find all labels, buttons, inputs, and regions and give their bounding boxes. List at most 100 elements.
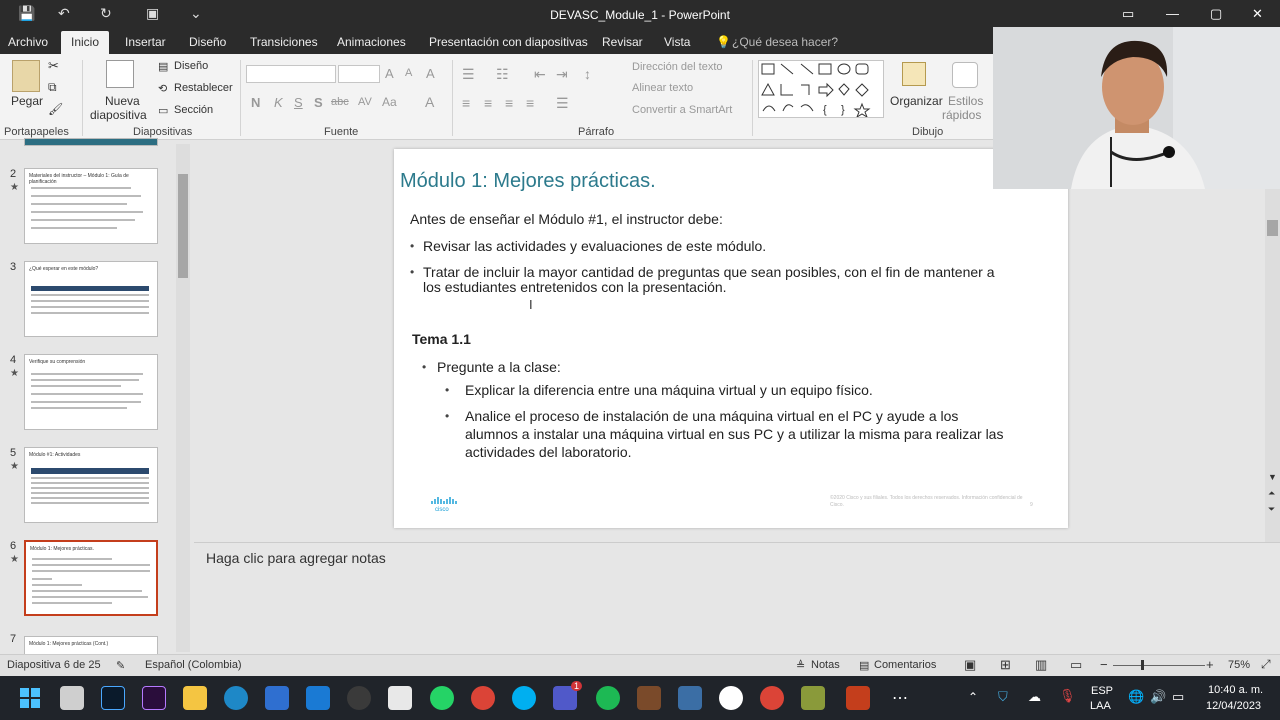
spellcheck-icon[interactable]: ✎ [116, 659, 125, 672]
notes-toggle[interactable]: Notas [811, 659, 840, 671]
normal-view-icon[interactable]: ▣ [964, 657, 976, 673]
question-1[interactable]: Explicar la diferencia entre una máquina… [465, 382, 873, 398]
cut-icon[interactable]: ✂ [48, 58, 59, 74]
tab-archivo[interactable]: Archivo [8, 35, 48, 49]
tab-vista[interactable]: Vista [664, 35, 690, 49]
layout-button[interactable]: Diseño [174, 60, 208, 72]
whatsapp-icon[interactable] [430, 686, 454, 710]
teamviewer-icon[interactable] [719, 686, 743, 710]
slide-thumbnail-2[interactable]: Materiales del instructor – Módulo 1: Gu… [24, 168, 158, 244]
slide-sorter-icon[interactable]: ⊞ [1000, 657, 1011, 673]
font-color-button[interactable]: A [425, 94, 434, 110]
font-size-select[interactable] [338, 65, 380, 83]
slide-thumbnail-6-selected[interactable]: Módulo 1: Mejores prácticas. [24, 540, 158, 616]
bullets-icon[interactable]: ☰ [462, 66, 475, 83]
battery-icon[interactable]: ▭ [1172, 689, 1184, 705]
format-painter-icon[interactable]: 🖌 [48, 102, 63, 116]
reset-button[interactable]: Restablecer [174, 82, 233, 94]
quick-styles-label-1[interactable]: Estilos [948, 94, 983, 108]
bullet-1[interactable]: Revisar las actividades y evaluaciones d… [423, 238, 766, 254]
strikethrough-button[interactable]: abc [331, 96, 349, 108]
font-family-select[interactable] [246, 65, 336, 83]
line-spacing-icon[interactable]: ↕ [584, 66, 591, 82]
grow-font-button[interactable]: A [385, 66, 394, 81]
scroll-handle[interactable] [178, 174, 188, 278]
app-icon[interactable] [678, 686, 702, 710]
notes-placeholder[interactable]: Haga clic para agregar notas [206, 550, 386, 566]
align-right-icon[interactable]: ≡ [505, 95, 513, 111]
next-slide-icon[interactable]: ⏷ [1268, 504, 1275, 515]
shapes-gallery[interactable]: { } [758, 60, 884, 119]
slide-thumbnail-5[interactable]: Módulo #1: Actividades [24, 447, 158, 523]
align-left-icon[interactable]: ≡ [462, 95, 470, 111]
language-indicator[interactable]: Español (Colombia) [145, 659, 242, 671]
zoom-slider-thumb[interactable] [1141, 660, 1144, 670]
defender-icon[interactable]: ⛉ [998, 689, 1008, 705]
powerpoint-icon[interactable] [846, 686, 870, 710]
slide[interactable]: Módulo 1: Mejores prácticas. Antes de en… [394, 149, 1068, 528]
arrange-icon[interactable] [902, 62, 926, 86]
ribbon-display-icon[interactable]: ▭ [1122, 6, 1134, 22]
italic-button[interactable]: K [274, 95, 283, 110]
slide-thumbnail-4[interactable]: Verifique su comprensión [24, 354, 158, 430]
tab-animaciones[interactable]: Animaciones [337, 35, 406, 49]
chrome-icon-2[interactable] [760, 686, 784, 710]
tab-presentacion[interactable]: Presentación con diapositivas [429, 35, 588, 49]
zoom-in-icon[interactable]: + [1206, 657, 1214, 672]
more-apps-icon[interactable]: ⋯ [892, 688, 908, 708]
edge-icon[interactable] [224, 686, 248, 710]
bold-button[interactable]: N [251, 95, 260, 110]
new-slide-label-1[interactable]: Nueva [105, 94, 140, 108]
slide-title[interactable]: Módulo 1: Mejores prácticas. [400, 170, 656, 193]
tab-transiciones[interactable]: Transiciones [250, 35, 318, 49]
quick-styles-label-2[interactable]: rápidos [942, 108, 981, 122]
maximize-icon[interactable]: ▢ [1210, 6, 1222, 22]
obs-icon[interactable] [347, 686, 371, 710]
columns-icon[interactable]: ☰ [556, 95, 569, 112]
network-icon[interactable]: 🌐 [1128, 689, 1144, 705]
question-2-line-2[interactable]: alumnos a instalar una máquina virtual e… [465, 426, 1003, 442]
reading-view-icon[interactable]: ▥ [1035, 657, 1047, 673]
quick-styles-icon[interactable] [952, 62, 978, 88]
premiere-icon[interactable] [142, 686, 166, 710]
scroll-handle[interactable] [1267, 220, 1278, 236]
arrange-button[interactable]: Organizar [890, 94, 943, 108]
copy-icon[interactable]: ⧉ [48, 80, 57, 95]
zoom-level[interactable]: 75% [1228, 659, 1250, 671]
paste-button[interactable]: Pegar [11, 94, 43, 108]
align-center-icon[interactable]: ≡ [484, 95, 492, 111]
snip-tool-icon[interactable] [388, 686, 412, 710]
chrome-icon[interactable] [471, 686, 495, 710]
clock-date[interactable]: 12/04/2023 [1206, 700, 1261, 712]
slideshow-icon[interactable]: ▭ [1070, 657, 1082, 673]
comments-toggle[interactable]: Comentarios [874, 659, 936, 671]
close-icon[interactable]: ✕ [1252, 6, 1263, 22]
microphone-icon[interactable]: 🎙 [1059, 688, 1076, 704]
slide-thumbnail-1-partial[interactable] [24, 138, 158, 146]
volume-icon[interactable]: 🔊 [1150, 689, 1166, 705]
spotify-icon[interactable] [596, 686, 620, 710]
file-explorer-icon[interactable] [183, 686, 207, 710]
keyboard-layout[interactable]: LAA [1090, 700, 1111, 712]
underline-button[interactable]: S [294, 95, 303, 110]
fit-to-window-icon[interactable]: ⤢ [1261, 657, 1271, 672]
justify-icon[interactable]: ≡ [526, 95, 534, 111]
align-text-button[interactable]: Alinear texto [632, 82, 693, 94]
slide-thumbnail-7[interactable]: Módulo 1: Mejores prácticas (Cont.) [24, 636, 158, 656]
smartart-button[interactable]: Convertir a SmartArt [632, 104, 732, 116]
tab-inicio[interactable]: Inicio [61, 31, 110, 55]
topic-heading[interactable]: Tema 1.1 [412, 331, 471, 347]
section-button[interactable]: Sección [174, 104, 213, 116]
scroll-down-icon[interactable]: ▼ [1268, 472, 1277, 482]
tab-insertar[interactable]: Insertar [125, 35, 166, 49]
question-2-line-3[interactable]: actividades del laboratorio. [465, 444, 632, 460]
onedrive-icon[interactable]: ☁ [1028, 689, 1041, 705]
minimize-icon[interactable]: — [1166, 6, 1179, 21]
char-spacing-button[interactable]: AV [358, 96, 372, 108]
app-icon-2[interactable] [801, 686, 825, 710]
thumbnail-scrollbar[interactable] [176, 144, 190, 652]
bullet-2-line-1[interactable]: Tratar de incluir la mayor cantidad de p… [423, 264, 994, 280]
ask-class[interactable]: Pregunte a la clase: [437, 359, 561, 375]
shadow-button[interactable]: S [314, 95, 323, 110]
new-slide-icon[interactable] [106, 60, 134, 88]
